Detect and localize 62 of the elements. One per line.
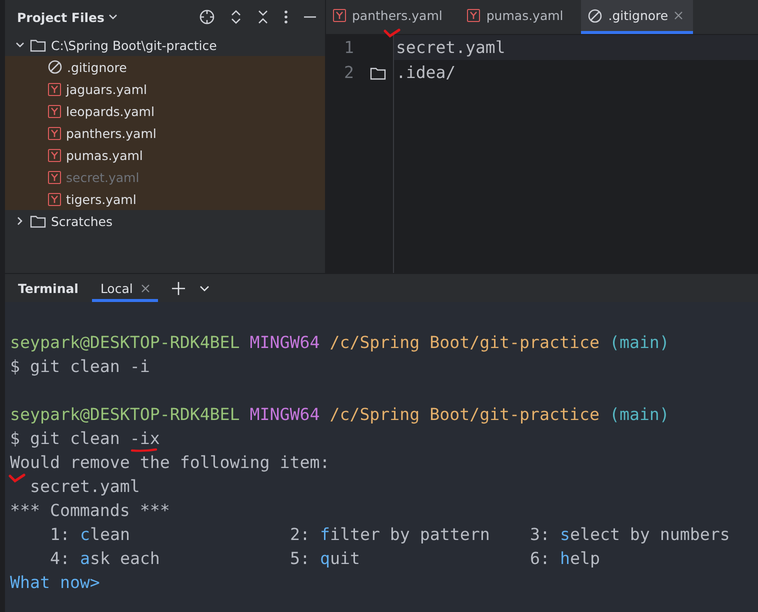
menu-option: 3: select by numbers: [530, 523, 758, 547]
expand-all-icon[interactable]: [230, 9, 242, 25]
locate-crosshair-icon[interactable]: [199, 9, 215, 25]
output-text: *** Commands ***: [10, 501, 170, 520]
yaml-file-icon: [48, 104, 61, 118]
file-name[interactable]: jaguars.yaml: [66, 82, 147, 96]
close-icon[interactable]: [674, 11, 684, 20]
folder-icon: [30, 214, 46, 228]
collapse-all-icon[interactable]: [257, 9, 269, 25]
file-name[interactable]: pumas.yaml: [66, 148, 143, 162]
underline-mark: [130, 448, 158, 452]
editor-tab[interactable]: panthers.yaml: [326, 0, 452, 34]
prompt-path: /c/Spring Boot/git-practice: [330, 333, 600, 352]
folder-name[interactable]: Scratches: [51, 214, 113, 228]
ignore-file-icon: [48, 60, 62, 74]
collapsed-chevron-icon[interactable]: [15, 216, 25, 226]
file-name[interactable]: .gitignore: [67, 60, 127, 74]
yaml-file-icon: [48, 148, 61, 162]
menu-option: 1: clean: [50, 523, 290, 547]
check-mark-icon: [8, 473, 26, 485]
terminal-tab[interactable]: Local: [92, 274, 158, 302]
yaml-file-icon: [48, 126, 61, 140]
ignore-file-icon: [588, 8, 602, 22]
menu-option: 2: filter by pattern: [290, 523, 530, 547]
yaml-file-icon: [48, 82, 61, 96]
menu-option: 6: help: [530, 547, 758, 571]
file-name[interactable]: panthers.yaml: [66, 126, 156, 140]
file-name[interactable]: tigers.yaml: [66, 192, 136, 206]
check-mark-icon: [383, 28, 401, 40]
editor-tab[interactable]: pumas.yaml: [460, 0, 574, 34]
yaml-file-icon: [48, 170, 61, 184]
editor-tab[interactable]: .gitignore: [581, 0, 694, 34]
file-name[interactable]: leopards.yaml: [66, 104, 154, 118]
prompt-branch: (main): [609, 333, 670, 352]
prompt-path: /c/Spring Boot/git-practice: [330, 405, 600, 424]
folder-name[interactable]: C:\Spring Boot\git-practice: [51, 38, 217, 52]
prompt-shell: MINGW64: [250, 333, 320, 352]
line-number: 2: [344, 63, 355, 82]
output-text: secret.yaml: [30, 477, 140, 496]
code-line: .idea/: [395, 62, 457, 84]
input-prompt: What now>: [10, 573, 100, 592]
prompt-user: seypark@DESKTOP-RDK4BEL: [10, 405, 240, 424]
prompt-user: seypark@DESKTOP-RDK4BEL: [10, 333, 240, 352]
yaml-file-icon: [333, 9, 346, 22]
add-icon[interactable]: [172, 282, 185, 294]
folder-icon: [30, 38, 46, 52]
yaml-file-icon: [48, 192, 61, 206]
menu-option: 4: ask each: [50, 547, 290, 571]
panel-title-dropdown[interactable]: Project Files: [17, 10, 118, 24]
line-number: 1: [344, 38, 355, 57]
close-icon[interactable]: [140, 284, 150, 292]
output-text: Would remove the following item:: [10, 453, 330, 472]
expanded-chevron-icon[interactable]: [15, 40, 25, 50]
panel-title: Terminal: [18, 280, 78, 296]
prompt-shell: MINGW64: [250, 405, 320, 424]
command-text: $ git clean -ix: [10, 429, 160, 448]
yaml-file-icon: [467, 9, 480, 22]
command-text: $ git clean -i: [10, 357, 150, 376]
menu-option: 5: quit: [290, 547, 530, 571]
dropdown-caret-icon: [108, 12, 118, 22]
more-options-icon[interactable]: [284, 9, 288, 25]
prompt-branch: (main): [609, 405, 670, 424]
